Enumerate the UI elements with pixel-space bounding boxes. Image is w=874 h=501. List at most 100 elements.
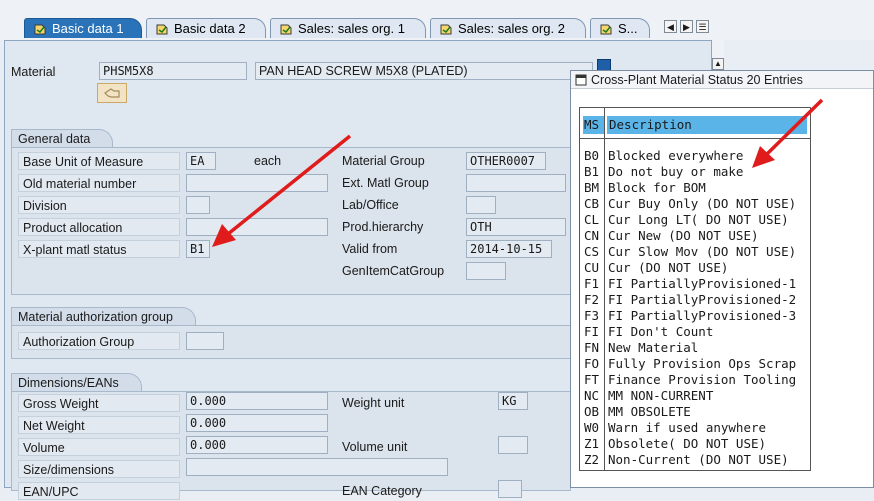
volume-unit-field[interactable]	[498, 436, 528, 454]
tab-label: Basic data 1	[52, 21, 124, 36]
net-weight-field[interactable]: 0.000	[186, 414, 328, 432]
tab-basic-data-2[interactable]: Basic data 2	[146, 18, 266, 38]
prod-hierarchy-field[interactable]: OTH	[466, 218, 566, 236]
status-description: FI PartiallyProvisioned-2	[608, 292, 797, 307]
division-field[interactable]	[186, 196, 210, 214]
status-description: MM NON-CURRENT	[608, 388, 714, 403]
tab-page-icon	[600, 24, 612, 34]
list-item[interactable]: F1 FI PartiallyProvisioned-1	[580, 276, 810, 292]
old-material-field[interactable]	[186, 174, 328, 192]
list-item[interactable]: FO Fully Provision Ops Scrap	[580, 356, 810, 372]
product-allocation-field[interactable]	[186, 218, 328, 236]
status-description: FI PartiallyProvisioned-3	[608, 308, 797, 323]
status-description: Cur Long LT( DO NOT USE)	[608, 212, 789, 227]
tab-strip: Basic data 1 Basic data 2 Sales: sales o…	[0, 0, 874, 40]
status-code: OB	[584, 404, 600, 419]
list-item[interactable]: FN New Material	[580, 340, 810, 356]
list-item[interactable]: OB MM OBSOLETE	[580, 404, 810, 420]
status-description: FI Don't Count	[608, 324, 714, 339]
volume-unit-label: Volume unit	[342, 440, 408, 454]
status-code: CL	[584, 212, 600, 227]
weight-unit-field[interactable]: KG	[498, 392, 528, 410]
list-item[interactable]: CU Cur (DO NOT USE)	[580, 260, 810, 276]
list-item[interactable]: CB Cur Buy Only (DO NOT USE)	[580, 196, 810, 212]
ean-category-field[interactable]	[498, 480, 522, 498]
tab-sales-org-2[interactable]: Sales: sales org. 2	[430, 18, 586, 38]
status-code: F1	[584, 276, 600, 291]
general-data-group: Base Unit of Measure EA each Old materia…	[11, 147, 571, 295]
volume-field[interactable]: 0.000	[186, 436, 328, 454]
gen-item-cat-field[interactable]	[466, 262, 506, 280]
dimensions-title: Dimensions/EANs	[11, 373, 142, 391]
list-item[interactable]: B1 Do not buy or make	[580, 164, 810, 180]
status-code: CB	[584, 196, 600, 211]
ext-matl-group-label: Ext. Matl Group	[342, 176, 429, 190]
list-item[interactable]: W0 Warn if used anywhere	[580, 420, 810, 436]
authorization-group-label: Authorization Group	[18, 332, 180, 350]
tab-page-icon	[440, 24, 452, 34]
division-label: Division	[18, 196, 180, 214]
tab-sales-org-1[interactable]: Sales: sales org. 1	[270, 18, 426, 38]
xplant-status-field[interactable]: B1	[186, 240, 210, 258]
material-number-field[interactable]: PHSM5X8	[99, 62, 247, 80]
weight-unit-label: Weight unit	[342, 396, 405, 410]
status-code: F3	[584, 308, 600, 323]
authorization-group-field[interactable]	[186, 332, 224, 350]
list-item[interactable]: CN Cur New (DO NOT USE)	[580, 228, 810, 244]
value-help-popup: Cross-Plant Material Status 20 Entries M…	[570, 70, 874, 488]
material-group-field[interactable]: OTHER0007	[466, 152, 546, 170]
status-description: Fully Provision Ops Scrap	[608, 356, 797, 371]
tab-label: Basic data 2	[174, 21, 246, 36]
tab-basic-data-1[interactable]: Basic data 1	[24, 18, 142, 38]
lab-office-field[interactable]	[466, 196, 496, 214]
popup-title: Cross-Plant Material Status 20 Entries	[591, 73, 803, 87]
size-dimensions-field[interactable]	[186, 458, 448, 476]
list-item[interactable]: F2 FI PartiallyProvisioned-2	[580, 292, 810, 308]
status-code: B1	[584, 164, 600, 179]
auth-group-title: Material authorization group	[11, 307, 196, 325]
display-button[interactable]	[97, 83, 127, 103]
status-code: CN	[584, 228, 600, 243]
list-item[interactable]: B0 Blocked everywhere	[580, 148, 810, 164]
dimensions-group: Gross Weight 0.000 Weight unit KG Net We…	[11, 391, 571, 500]
material-label: Material	[11, 65, 56, 79]
status-code: CU	[584, 260, 600, 275]
scroll-left-icon[interactable]: ◀	[664, 20, 677, 33]
column-header-description[interactable]: Description	[607, 116, 807, 134]
valid-from-field[interactable]: 2014-10-15	[466, 240, 552, 258]
status-code: F2	[584, 292, 600, 307]
status-code: Z2	[584, 452, 600, 467]
general-data-title: General data	[11, 129, 114, 147]
status-code: Z1	[584, 436, 600, 451]
scroll-up-icon[interactable]: ▲	[712, 58, 724, 70]
status-description: Cur Buy Only (DO NOT USE)	[608, 196, 797, 211]
ext-matl-group-field[interactable]	[466, 174, 566, 192]
column-header-ms[interactable]: MS	[583, 116, 604, 134]
list-item[interactable]: FT Finance Provision Tooling	[580, 372, 810, 388]
status-description: Block for BOM	[608, 180, 706, 195]
list-item[interactable]: Z2 Non-Current (DO NOT USE)	[580, 452, 810, 468]
tab-page-icon	[34, 24, 46, 34]
material-description-field[interactable]: PAN HEAD SCREW M5X8 (PLATED)	[255, 62, 593, 80]
list-item[interactable]: F3 FI PartiallyProvisioned-3	[580, 308, 810, 324]
list-item[interactable]: CL Cur Long LT( DO NOT USE)	[580, 212, 810, 228]
list-item[interactable]: NC MM NON-CURRENT	[580, 388, 810, 404]
gross-weight-field[interactable]: 0.000	[186, 392, 328, 410]
tab-sales-more[interactable]: S...	[590, 18, 650, 38]
status-code: FI	[584, 324, 600, 339]
window-icon	[575, 74, 587, 86]
list-item[interactable]: FI FI Don't Count	[580, 324, 810, 340]
net-weight-label: Net Weight	[18, 416, 180, 434]
base-uom-field[interactable]: EA	[186, 152, 216, 170]
list-item[interactable]: CS Cur Slow Mov (DO NOT USE)	[580, 244, 810, 260]
hand-pointer-icon	[104, 88, 120, 98]
tab-list-icon[interactable]: ☰	[696, 20, 709, 33]
list-item[interactable]: Z1 Obsolete( DO NOT USE)	[580, 436, 810, 452]
ean-category-label: EAN Category	[342, 484, 422, 498]
list-item[interactable]: BM Block for BOM	[580, 180, 810, 196]
volume-label: Volume	[18, 438, 180, 456]
tab-page-icon	[280, 24, 292, 34]
status-description: FI PartiallyProvisioned-1	[608, 276, 797, 291]
scroll-right-icon[interactable]: ▶	[680, 20, 693, 33]
material-group-label: Material Group	[342, 154, 425, 168]
